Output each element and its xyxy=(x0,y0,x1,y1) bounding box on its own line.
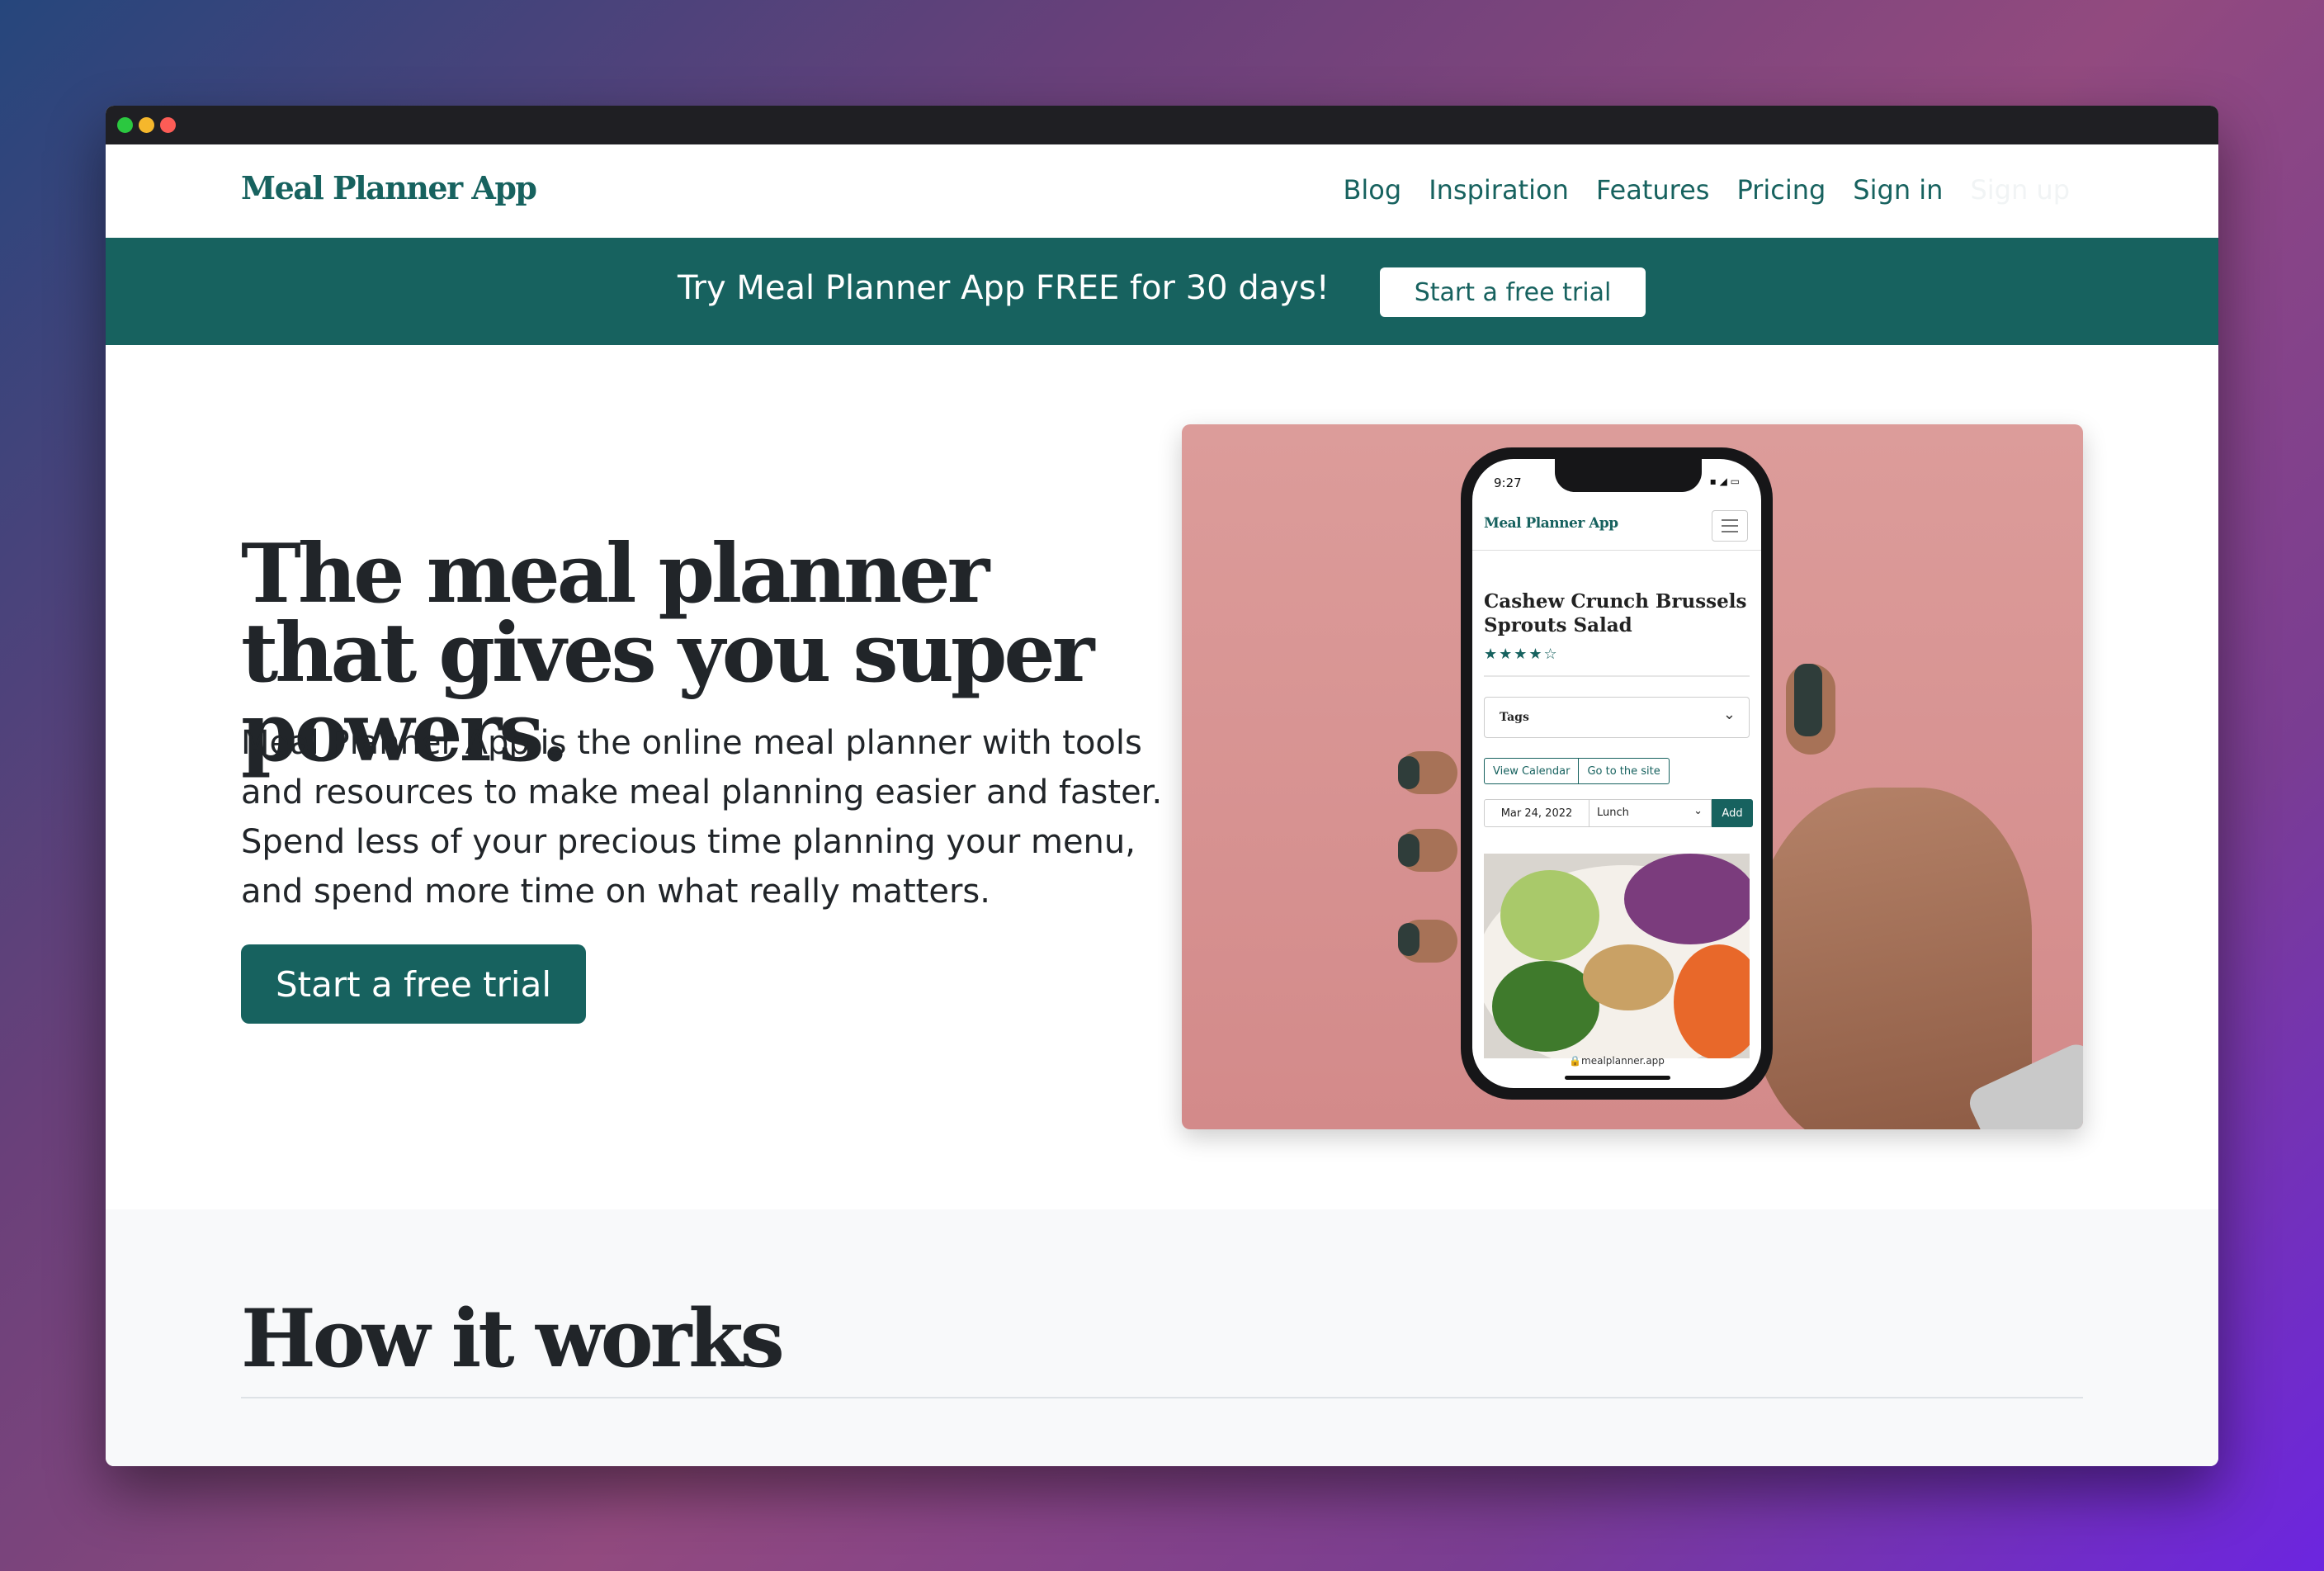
phone-status-time: 9:27 xyxy=(1494,476,1522,490)
nav-links: Blog Inspiration Features Pricing Sign i… xyxy=(1343,174,2070,206)
phone-tags-dropdown: Tags ⌄ xyxy=(1484,697,1750,738)
brand-logo[interactable]: Meal Planner App xyxy=(241,169,537,206)
promo-banner: Try Meal Planner App FREE for 30 days! S… xyxy=(106,238,2218,345)
hero-start-trial-button[interactable]: Start a free trial xyxy=(241,944,586,1024)
browser-window: Meal Planner App Blog Inspiration Featur… xyxy=(106,106,2218,1466)
cabbage-image xyxy=(1500,870,1599,961)
hamburger-menu-icon xyxy=(1712,510,1748,542)
hero-phone-image: 9:27 ▪ ◢ ▭ Meal Planner App Cashew Crunc… xyxy=(1182,424,2083,1129)
phone-notch xyxy=(1555,459,1702,492)
nav-link-sign-up[interactable]: Sign up xyxy=(1970,174,2070,206)
nav-link-pricing[interactable]: Pricing xyxy=(1736,174,1826,206)
phone-divider xyxy=(1472,550,1761,551)
star-rating-icon: ★★★★☆ xyxy=(1484,646,1559,663)
hero-section: The meal planner that gives you super po… xyxy=(106,345,2218,1206)
nav-link-features[interactable]: Features xyxy=(1596,174,1710,206)
nav-link-sign-in[interactable]: Sign in xyxy=(1853,174,1943,206)
window-green-dot-icon[interactable] xyxy=(117,117,133,133)
site-navbar: Meal Planner App Blog Inspiration Featur… xyxy=(106,144,2218,238)
phone-recipe-title: Cashew Crunch Brussels Sprouts Salad xyxy=(1484,590,1747,636)
cashews-image xyxy=(1583,944,1674,1010)
phone-status-icons: ▪ ◢ ▭ xyxy=(1709,476,1740,487)
chevron-down-icon: ⌄ xyxy=(1722,706,1736,723)
hero-description: Meal Planner App is the online meal plan… xyxy=(241,724,1163,911)
hand-image xyxy=(1751,788,2032,1129)
fingernail-image xyxy=(1398,756,1419,789)
phone-url-bar: 🔒mealplanner.app xyxy=(1569,1055,1665,1067)
banner-text: Try Meal Planner App FREE for 30 days! xyxy=(678,269,1330,307)
fingernail-image xyxy=(1398,923,1419,956)
how-it-works-title: How it works xyxy=(241,1292,785,1385)
nav-link-inspiration[interactable]: Inspiration xyxy=(1429,174,1569,206)
phone-tags-label: Tags xyxy=(1500,711,1529,724)
phone-brand-logo: Meal Planner App xyxy=(1484,515,1618,532)
phone-date-field: Mar 24, 2022 xyxy=(1484,799,1589,827)
phone-home-indicator xyxy=(1565,1076,1670,1080)
chevron-down-icon: ⌄ xyxy=(1693,805,1703,817)
phone-mockup: 9:27 ▪ ◢ ▭ Meal Planner App Cashew Crunc… xyxy=(1461,447,1773,1100)
phone-go-to-site-button: Go to the site xyxy=(1579,758,1670,784)
phone-button-group: View Calendar Go to the site xyxy=(1484,758,1670,784)
window-red-dot-icon[interactable] xyxy=(160,117,176,133)
phone-divider xyxy=(1484,675,1750,677)
red-cabbage-image xyxy=(1624,854,1750,944)
phone-screen: 9:27 ▪ ◢ ▭ Meal Planner App Cashew Crunc… xyxy=(1472,459,1761,1088)
banner-start-trial-button[interactable]: Start a free trial xyxy=(1380,267,1646,317)
phone-meal-select: Lunch ⌄ xyxy=(1589,799,1712,827)
phone-view-calendar-button: View Calendar xyxy=(1484,758,1580,784)
thumbnail-nail-image xyxy=(1794,664,1822,736)
fingernail-image xyxy=(1398,834,1419,867)
salad-photo xyxy=(1484,854,1750,1058)
window-yellow-dot-icon[interactable] xyxy=(139,117,154,133)
nav-link-blog[interactable]: Blog xyxy=(1343,174,1401,206)
phone-add-button: Add xyxy=(1712,799,1753,827)
section-divider xyxy=(241,1397,2083,1398)
how-it-works-section: How it works xyxy=(106,1209,2218,1466)
window-titlebar xyxy=(106,106,2218,144)
phone-meal-value: Lunch xyxy=(1597,807,1629,819)
